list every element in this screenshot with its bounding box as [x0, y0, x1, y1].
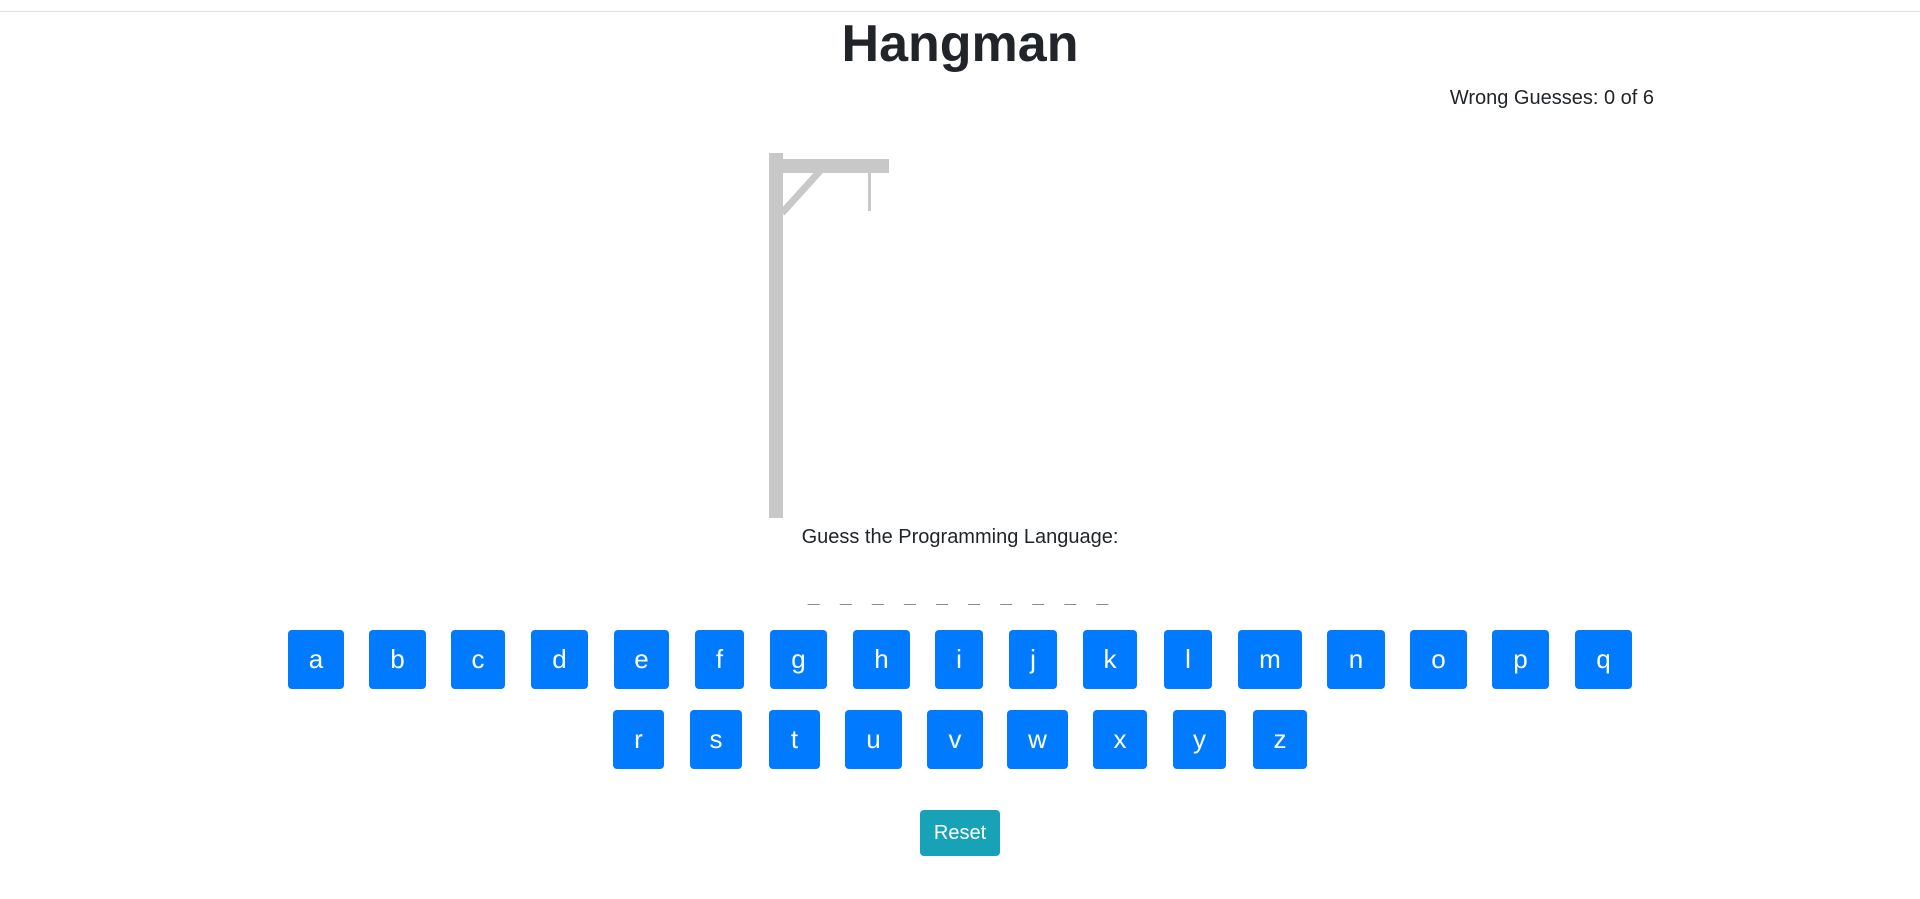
letter-button-c[interactable]: c [451, 630, 505, 689]
letter-button-u[interactable]: u [845, 710, 902, 769]
reset-button[interactable]: Reset [920, 810, 1000, 856]
letter-button-g[interactable]: g [770, 630, 827, 689]
gallows-rope [868, 172, 871, 211]
letter-button-w[interactable]: w [1007, 710, 1068, 769]
letter-button-k[interactable]: k [1083, 630, 1137, 689]
letter-button-i[interactable]: i [935, 630, 983, 689]
letter-button-n[interactable]: n [1327, 630, 1385, 689]
guess-prompt: Guess the Programming Language: [801, 526, 1119, 548]
letter-button-d[interactable]: d [531, 630, 588, 689]
letter-button-s[interactable]: s [690, 710, 742, 769]
letter-button-r[interactable]: r [613, 710, 664, 769]
letter-button-t[interactable]: t [769, 710, 820, 769]
letter-button-e[interactable]: e [614, 630, 669, 689]
letter-button-j[interactable]: j [1009, 630, 1057, 689]
letter-button-p[interactable]: p [1492, 630, 1549, 689]
letter-button-h[interactable]: h [853, 630, 910, 689]
letter-button-o[interactable]: o [1410, 630, 1467, 689]
letter-button-y[interactable]: y [1173, 710, 1226, 769]
word-blanks: _ _ _ _ _ _ _ _ _ _ [807, 581, 1113, 605]
letter-button-v[interactable]: v [927, 710, 983, 769]
letter-button-z[interactable]: z [1253, 710, 1307, 769]
letter-button-l[interactable]: l [1164, 630, 1212, 689]
letter-button-m[interactable]: m [1238, 630, 1302, 689]
gallows-pole [769, 153, 783, 518]
letter-button-b[interactable]: b [369, 630, 426, 689]
letter-button-f[interactable]: f [695, 630, 744, 689]
letter-button-q[interactable]: q [1575, 630, 1632, 689]
gallows-beam [769, 159, 889, 173]
letter-button-x[interactable]: x [1093, 710, 1147, 769]
gallows-brace [779, 168, 823, 216]
letter-button-a[interactable]: a [288, 630, 344, 689]
